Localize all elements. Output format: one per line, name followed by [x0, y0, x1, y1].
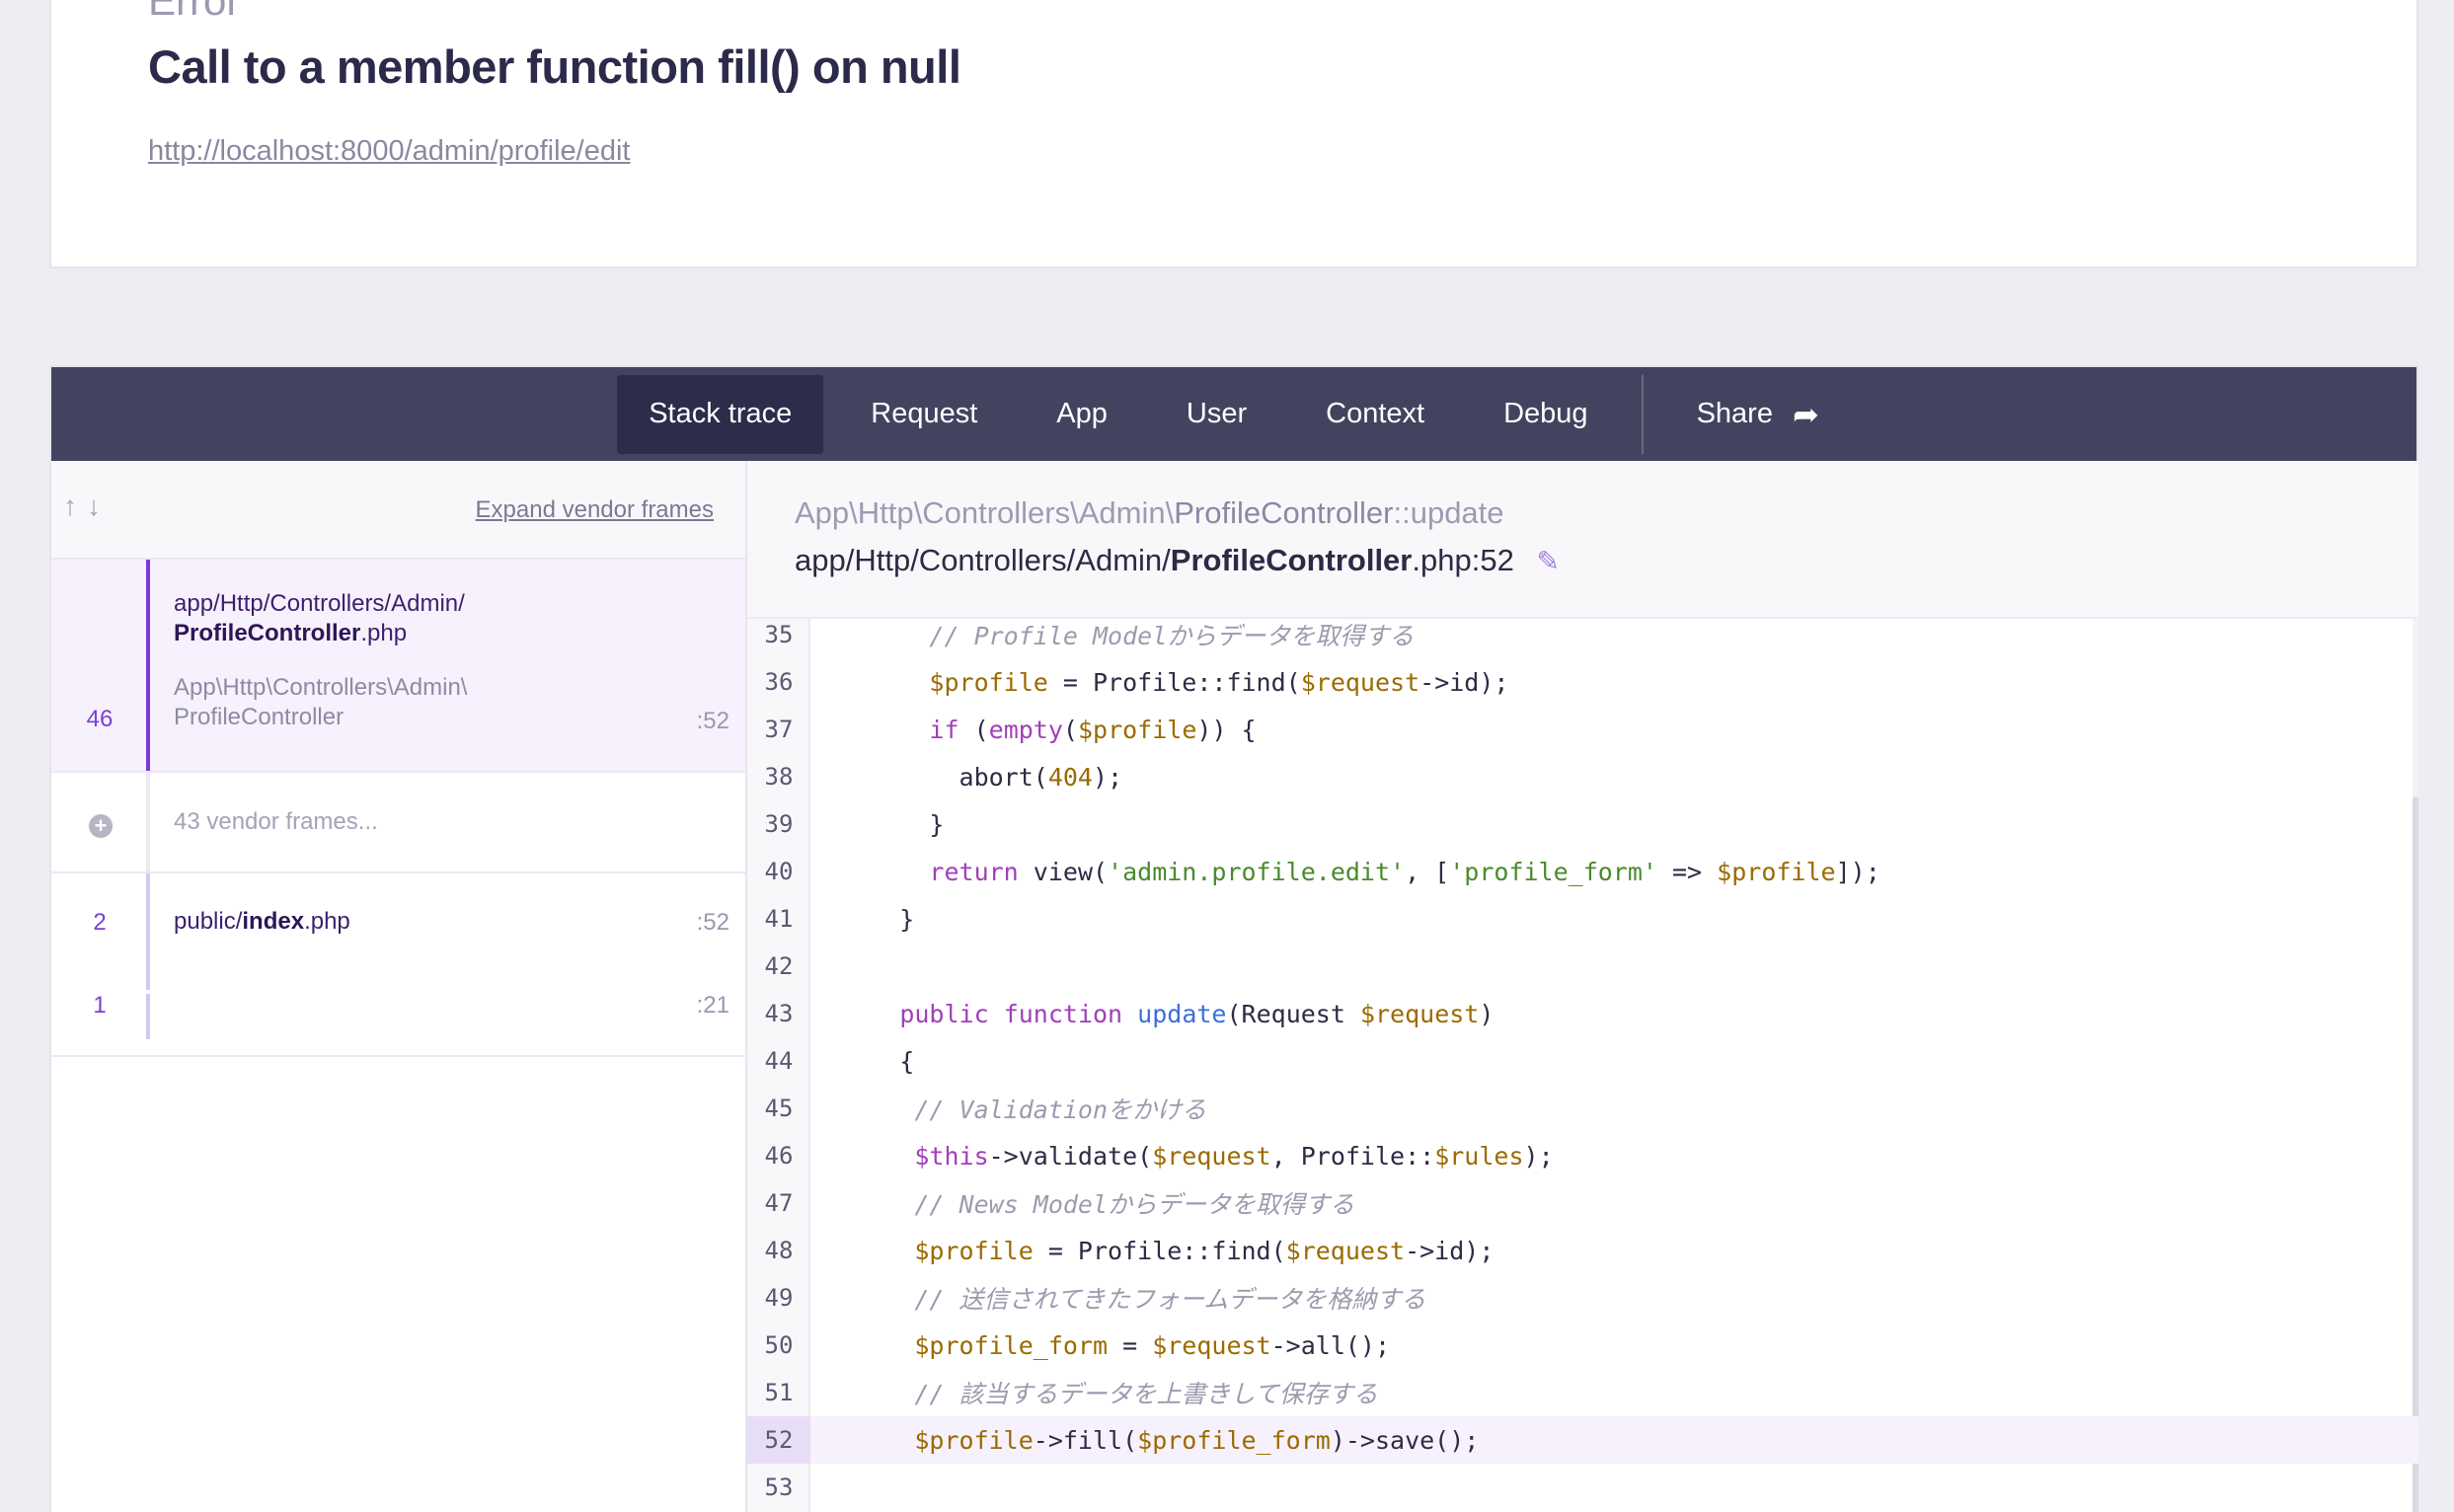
- frame-file-path: app/Http/Controllers/Admin/ProfileContro…: [795, 543, 1560, 577]
- frame-file: public/index.php: [174, 908, 350, 935]
- stack-frame-2[interactable]: 2 public/index.php :52: [51, 873, 745, 990]
- code-text: {: [810, 1046, 915, 1076]
- stack-frame-46[interactable]: app/Http/Controllers/Admin/ ProfileContr…: [51, 560, 745, 773]
- code-line: 39 }: [747, 800, 2418, 848]
- share-label: Share: [1696, 398, 1773, 429]
- tab-user[interactable]: User: [1155, 375, 1278, 454]
- error-details-panel: Stack trace Request App User Context Deb…: [49, 365, 2418, 1512]
- error-title: Call to a member function fill() on null: [148, 40, 961, 93]
- line-number[interactable]: 37: [747, 706, 810, 753]
- code-text: }: [810, 809, 945, 839]
- share-arrow-icon: ➦: [1792, 396, 1819, 432]
- line-number[interactable]: 45: [747, 1085, 810, 1132]
- frame-navigation: ↑ ↓: [63, 491, 101, 522]
- tab-bar: Stack trace Request App User Context Deb…: [51, 367, 2416, 461]
- arrow-down-icon[interactable]: ↓: [87, 491, 101, 522]
- tab-request[interactable]: Request: [839, 375, 1009, 454]
- code-line: 42: [747, 943, 2418, 990]
- code-line: 53: [747, 1464, 2418, 1511]
- code-line: 51 // 該当するデータを上書きして保存する: [747, 1369, 2418, 1416]
- frame-number: 1: [93, 992, 107, 1019]
- code-text: // Validationをかける: [914, 1096, 1207, 1124]
- error-card: Error Call to a member function fill() o…: [49, 0, 2418, 268]
- line-number[interactable]: 52: [747, 1416, 810, 1464]
- code-line: 44 {: [747, 1037, 2418, 1085]
- code-text: // 該当するデータを上書きして保存する: [914, 1380, 1378, 1408]
- code-line: 36 $profile = Profile::find($request->id…: [747, 658, 2418, 706]
- frame-line: :21: [696, 992, 729, 1019]
- line-number[interactable]: 50: [747, 1322, 810, 1369]
- stack-frame-1[interactable]: 1 :21: [51, 990, 745, 1057]
- line-number[interactable]: 43: [747, 990, 810, 1037]
- code-text: // 送信されてきたフォームデータを格納する: [914, 1285, 1426, 1314]
- line-number[interactable]: 49: [747, 1274, 810, 1322]
- code-text: $profile = Profile::find($request->id);: [929, 667, 1509, 697]
- tab-stack-trace[interactable]: Stack trace: [617, 374, 824, 454]
- line-number[interactable]: 41: [747, 895, 810, 943]
- code-text: return view('admin.profile.edit', ['prof…: [929, 857, 1880, 886]
- code-line: 40 return view('admin.profile.edit', ['p…: [747, 848, 2418, 895]
- line-number[interactable]: 47: [747, 1179, 810, 1227]
- code-line: 37 if (empty($profile)) {: [747, 706, 2418, 753]
- code-text: $profile_form = $request->all();: [914, 1330, 1391, 1360]
- code-text: abort(404);: [810, 762, 1123, 792]
- edit-pencil-icon[interactable]: ✎: [1536, 545, 1559, 577]
- frame-bar: [146, 773, 150, 871]
- line-number[interactable]: 35: [747, 619, 810, 658]
- plus-circle-icon: +: [89, 814, 113, 838]
- error-url-link[interactable]: http://localhost:8000/admin/profile/edit: [148, 135, 630, 168]
- tab-app[interactable]: App: [1025, 375, 1139, 454]
- code-line: 52 $profile->fill($profile_form)->save()…: [747, 1416, 2418, 1464]
- line-number[interactable]: 38: [747, 753, 810, 800]
- code-text: }: [810, 904, 915, 934]
- code-line: 47 // News Modelからデータを取得する: [747, 1179, 2418, 1227]
- error-label: Error: [148, 0, 241, 24]
- code-line: 46 $this->validate($request, Profile::$r…: [747, 1132, 2418, 1179]
- line-number[interactable]: 44: [747, 1037, 810, 1085]
- code-text: public function update(Request $request): [899, 999, 1495, 1028]
- code-line: 43 public function update(Request $reque…: [747, 990, 2418, 1037]
- vendor-frames-label: 43 vendor frames...: [174, 808, 378, 835]
- arrow-up-icon[interactable]: ↑: [63, 491, 77, 522]
- line-number[interactable]: 39: [747, 800, 810, 848]
- line-number[interactable]: 51: [747, 1369, 810, 1416]
- line-number[interactable]: 40: [747, 848, 810, 895]
- code-header: App\Http\Controllers\Admin\ProfileContro…: [747, 461, 2418, 619]
- share-button[interactable]: Share ➦: [1665, 375, 1851, 454]
- code-text: // News Modelからデータを取得する: [914, 1190, 1355, 1219]
- frame-bar: [146, 560, 150, 771]
- code-text: $profile->fill($profile_form)->save();: [914, 1425, 1480, 1455]
- code-line: 50 $profile_form = $request->all();: [747, 1322, 2418, 1369]
- line-number[interactable]: 46: [747, 1132, 810, 1179]
- line-number[interactable]: 42: [747, 943, 810, 990]
- code-line: 48 $profile = Profile::find($request->id…: [747, 1227, 2418, 1274]
- tab-debug[interactable]: Debug: [1472, 375, 1619, 454]
- code-line: 38 abort(404);: [747, 753, 2418, 800]
- line-number[interactable]: 53: [747, 1464, 810, 1511]
- vendor-frames-group[interactable]: + 43 vendor frames...: [51, 773, 745, 873]
- line-number[interactable]: 36: [747, 658, 810, 706]
- tab-context[interactable]: Context: [1294, 375, 1456, 454]
- frame-class: App\Http\Controllers\Admin\ ProfileContr…: [174, 674, 468, 730]
- code-text: if (empty($profile)) {: [929, 715, 1257, 744]
- code-snippet: 35 // Profile Modelからデータを取得する 36 $profile…: [747, 619, 2418, 1512]
- expand-vendor-frames-link[interactable]: Expand vendor frames: [476, 496, 714, 524]
- code-line: 41 }: [747, 895, 2418, 943]
- code-text: $this->validate($request, Profile::$rule…: [914, 1141, 1554, 1171]
- tab-divider: [1641, 374, 1644, 454]
- code-line: 45 // Validationをかける: [747, 1085, 2418, 1132]
- code-line: 49 // 送信されてきたフォームデータを格納する: [747, 1274, 2418, 1322]
- frame-file: app/Http/Controllers/Admin/ ProfileContr…: [174, 590, 465, 646]
- frame-namespace: App\Http\Controllers\Admin\ProfileContro…: [795, 495, 1504, 530]
- code-line: 35 // Profile Modelからデータを取得する: [747, 619, 2418, 658]
- line-number[interactable]: 48: [747, 1227, 810, 1274]
- stack-frames-sidebar: ↑ ↓ Expand vendor frames app/Http/Contro…: [51, 461, 747, 1512]
- frame-line: :52: [696, 708, 729, 734]
- frame-number: 2: [93, 909, 107, 936]
- frame-number: 46: [86, 706, 114, 732]
- code-text: // Profile Modelからデータを取得する: [929, 622, 1415, 650]
- sidebar-header: ↑ ↓ Expand vendor frames: [51, 461, 745, 560]
- code-text: $profile = Profile::find($request->id);: [914, 1236, 1495, 1265]
- frame-line: :52: [696, 909, 729, 936]
